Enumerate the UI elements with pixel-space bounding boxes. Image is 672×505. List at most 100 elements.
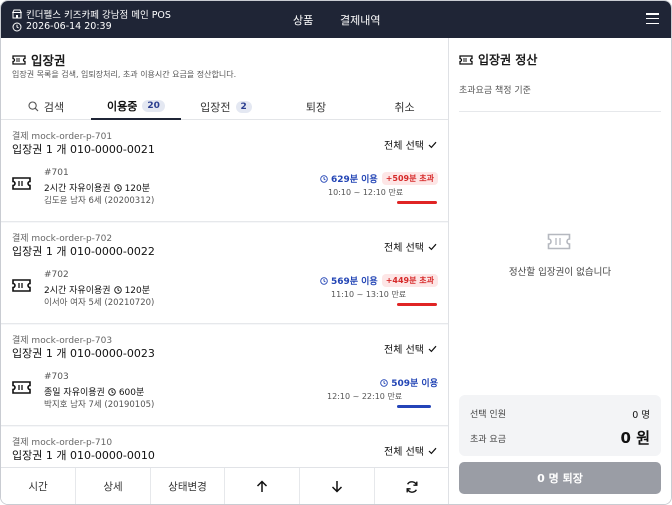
tab-cancelled[interactable]: 취소 <box>361 93 448 120</box>
app-window: 킨더펠스 키즈카페 강남점 메인 POS 2026-06-14 20:39 상품… <box>0 0 672 505</box>
order-card[interactable]: 결제 mock-order-p-701 입장권 1 개 010-0000-002… <box>1 121 448 222</box>
overtime-badge: +449분 초과 <box>381 274 438 287</box>
plan-duration: 600분 <box>118 388 145 398</box>
check-icon <box>428 345 437 352</box>
select-all-label: 전체 선택 <box>384 447 424 458</box>
check-icon <box>428 141 437 148</box>
usage-info: 569분 이용 +449분 초과 <box>320 274 438 287</box>
plan-name: 2시간 자유이용권 <box>44 286 111 296</box>
top-bar: 킨더펠스 키즈카페 강남점 메인 POS 2026-06-14 20:39 상품… <box>1 1 671 38</box>
move-down-button[interactable] <box>300 468 375 504</box>
tab-exited-label: 퇴장 <box>305 100 327 114</box>
settlement-title-text: 입장권 정산 <box>478 53 538 67</box>
usage-minutes: 509분 이용 <box>391 379 438 389</box>
clock-icon <box>380 378 388 387</box>
order-card[interactable]: 결제 mock-order-p-710 입장권 1 개 010-0000-001… <box>1 427 448 467</box>
order-card[interactable]: 결제 mock-order-p-702 입장권 1 개 010-0000-002… <box>1 223 448 324</box>
select-all-button[interactable]: 전체 선택 <box>384 443 437 458</box>
usage-minutes: 629분 이용 <box>330 175 378 185</box>
fee-label: 초과 요금 <box>470 435 506 445</box>
separator <box>459 111 661 112</box>
ticket-icon <box>12 177 31 190</box>
arrow-up-icon <box>256 480 268 492</box>
time-button[interactable]: 시간 <box>1 468 76 504</box>
ticket-number: #703 <box>44 372 69 382</box>
ticket-icon <box>12 54 26 65</box>
tab-exited[interactable]: 퇴장 <box>271 93 361 120</box>
detail-button[interactable]: 상세 <box>76 468 151 504</box>
ticket-list[interactable]: 결제 mock-order-p-701 입장권 1 개 010-0000-002… <box>1 121 448 467</box>
usage-info: 509분 이용 <box>380 376 438 389</box>
summary-box: 선택 인원 0 명 초과 요금 0 원 <box>459 395 661 456</box>
plan-duration: 120분 <box>124 184 151 194</box>
clock-icon <box>113 285 122 294</box>
store-name: 킨더펠스 키즈카페 강남점 메인 POS <box>26 10 171 21</box>
overtime-badge: +509분 초과 <box>381 172 438 185</box>
time-range: 10:10 ~ 12:10 만료 <box>328 188 404 197</box>
select-all-label: 전체 선택 <box>384 345 424 356</box>
settlement-panel: 입장권 정산 초과요금 책정 기준 정산할 입장권이 없습니다 선택 인원 0 … <box>449 38 671 504</box>
order-title: 입장권 1 개 010-0000-0023 <box>12 347 155 360</box>
ticket-person: 박지호 남자 7세 (20190105) <box>44 400 155 410</box>
select-all-button[interactable]: 전체 선택 <box>384 137 437 152</box>
clock-icon <box>108 387 116 396</box>
select-all-button[interactable]: 전체 선택 <box>384 341 437 356</box>
nav-payments[interactable]: 결제내역 <box>340 12 380 28</box>
panel-title: 입장권 <box>12 50 66 69</box>
ticket-person: 김도윤 남자 6세 (20200312) <box>44 196 155 206</box>
arrow-down-icon <box>331 481 343 493</box>
plan-name: 종일 자유이용권 <box>44 388 105 398</box>
tab-before-entry-label: 입장전 <box>200 100 231 114</box>
usage-info: 629분 이용 +509분 초과 <box>320 172 438 185</box>
order-title: 입장권 1 개 010-0000-0010 <box>12 449 155 462</box>
ticket-icon <box>547 233 571 250</box>
check-icon <box>428 447 437 454</box>
panel-subtitle: 입장권 목록을 검색, 입퇴장처리, 초과 이용시간 요금을 정산합니다. <box>12 70 237 79</box>
usage-bar <box>397 303 437 306</box>
order-card[interactable]: 결제 mock-order-p-703 입장권 1 개 010-0000-002… <box>1 325 448 426</box>
change-status-button[interactable]: 상태변경 <box>151 468 225 504</box>
move-up-button[interactable] <box>225 468 300 504</box>
refresh-button[interactable] <box>375 468 448 504</box>
usage-bar <box>397 405 431 408</box>
settlement-title: 입장권 정산 <box>459 51 537 68</box>
datetime-text: 2026-06-14 20:39 <box>26 21 112 32</box>
usage-minutes: 569분 이용 <box>330 277 378 287</box>
usage-text: 569분 이용 <box>320 274 378 287</box>
refresh-icon <box>406 480 417 493</box>
nav-products[interactable]: 상품 <box>293 12 313 28</box>
clock-icon <box>320 276 328 285</box>
ticket-number: #701 <box>44 168 69 178</box>
tab-before-entry-count: 2 <box>235 100 252 113</box>
store-icon <box>12 9 22 19</box>
ticket-plan: 종일 자유이용권 600분 <box>44 385 144 398</box>
ticket-plan: 2시간 자유이용권 120분 <box>44 181 150 194</box>
select-all-button[interactable]: 전체 선택 <box>384 239 437 254</box>
usage-bar <box>397 201 437 204</box>
clock-icon <box>12 22 22 31</box>
plan-name: 2시간 자유이용권 <box>44 184 111 194</box>
search-icon <box>28 101 39 112</box>
ticket-icon <box>12 279 31 292</box>
panel-title-text: 입장권 <box>31 53 66 68</box>
tab-search-label: 검색 <box>43 100 65 114</box>
time-range: 12:10 ~ 22:10 만료 <box>327 392 403 401</box>
hamburger-icon[interactable] <box>646 13 659 24</box>
tab-before-entry[interactable]: 입장전 2 <box>181 93 271 120</box>
fee-value: 0 원 <box>620 429 650 447</box>
tab-in-use-count: 20 <box>142 99 165 112</box>
ticket-plan: 2시간 자유이용권 120분 <box>44 283 150 296</box>
tab-search[interactable]: 검색 <box>1 93 91 120</box>
store-info: 킨더펠스 키즈카페 강남점 메인 POS <box>12 7 171 21</box>
ticket-icon <box>12 381 31 394</box>
usage-text: 629분 이용 <box>320 172 378 185</box>
people-label: 선택 인원 <box>470 410 506 420</box>
ticket-icon <box>459 54 473 65</box>
fee-basis-label[interactable]: 초과요금 책정 기준 <box>459 83 531 96</box>
empty-message: 정산할 입장권이 없습니다 <box>508 267 612 278</box>
datetime: 2026-06-14 20:39 <box>12 21 112 32</box>
tab-in-use[interactable]: 이용중 20 <box>91 93 181 120</box>
status-tabs: 검색 이용중 20 입장전 2 퇴장 취소 <box>1 93 448 120</box>
plan-duration: 120분 <box>124 286 151 296</box>
checkout-exit-button[interactable]: 0 명 퇴장 <box>459 462 661 494</box>
